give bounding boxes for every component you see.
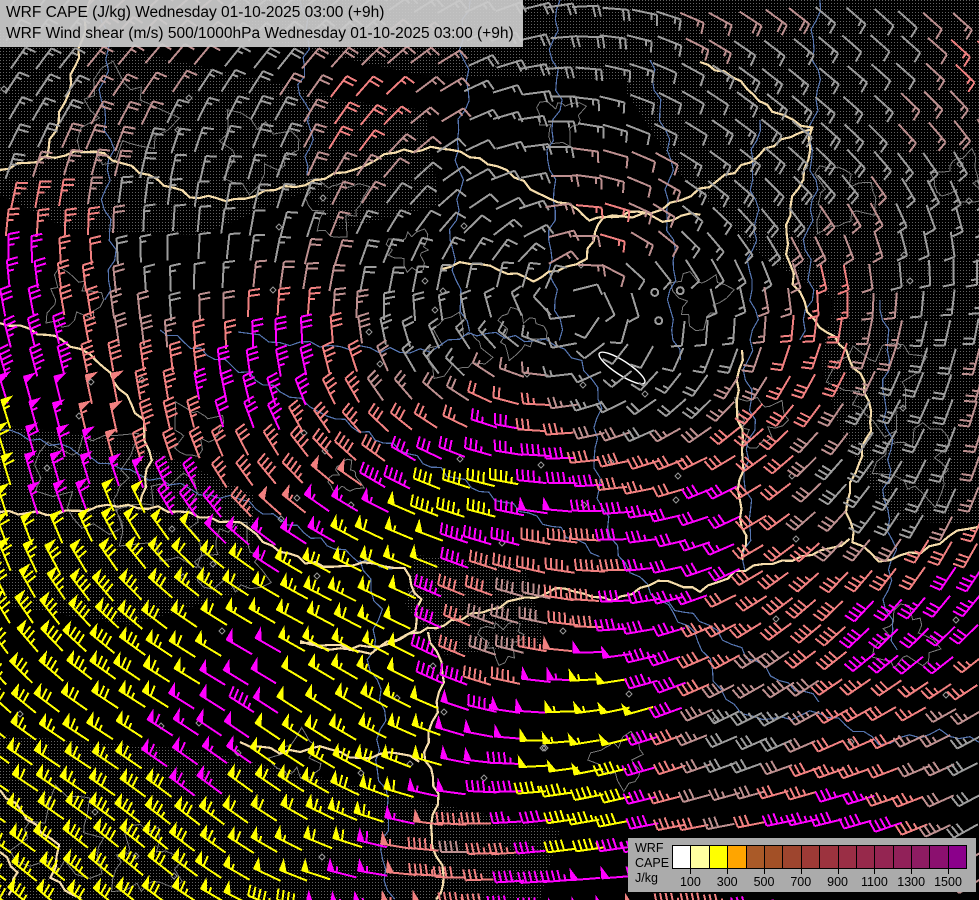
cape-color-swatch — [710, 846, 728, 868]
legend-tick-mark — [911, 868, 912, 874]
legend-tick-label: 1500 — [926, 875, 970, 889]
title-line-shear: WRF Wind shear (m/s) 500/1000hPa Wednesd… — [6, 23, 514, 44]
cape-color-swatch — [839, 846, 857, 868]
legend-tick-mark — [690, 868, 691, 874]
cape-color-swatch — [875, 846, 893, 868]
cape-color-swatch — [691, 846, 709, 868]
legend-tick-mark — [874, 868, 875, 874]
legend-tick-mark — [727, 868, 728, 874]
cape-color-swatch — [783, 846, 801, 868]
cape-color-swatch — [949, 846, 966, 868]
legend-tick-mark — [764, 868, 765, 874]
wrf-weather-map: WRF CAPE (J/kg) Wednesday 01-10-2025 03:… — [0, 0, 979, 900]
cape-colorbar — [672, 845, 967, 869]
legend-tick-mark — [948, 868, 949, 874]
legend-tick-mark — [838, 868, 839, 874]
cape-color-swatch — [894, 846, 912, 868]
cape-color-swatch — [912, 846, 930, 868]
cape-color-swatch — [728, 846, 746, 868]
legend-label-units: J/kg — [635, 871, 669, 886]
title-overlay: WRF CAPE (J/kg) Wednesday 01-10-2025 03:… — [0, 0, 523, 47]
cape-color-swatch — [673, 846, 691, 868]
legend-label-parameter: CAPE — [635, 856, 669, 871]
legend-tick-mark — [801, 868, 802, 874]
cape-color-swatch — [820, 846, 838, 868]
map-canvas — [0, 0, 979, 900]
legend-label: WRF CAPE J/kg — [635, 841, 669, 886]
cape-legend: WRF CAPE J/kg 10030050070090011001300150… — [628, 838, 976, 892]
cape-color-swatch — [930, 846, 948, 868]
title-line-cape: WRF CAPE (J/kg) Wednesday 01-10-2025 03:… — [6, 2, 514, 23]
cape-color-swatch — [802, 846, 820, 868]
cape-color-swatch — [857, 846, 875, 868]
cape-color-swatch — [747, 846, 765, 868]
legend-label-model: WRF — [635, 841, 669, 856]
cape-color-swatch — [765, 846, 783, 868]
